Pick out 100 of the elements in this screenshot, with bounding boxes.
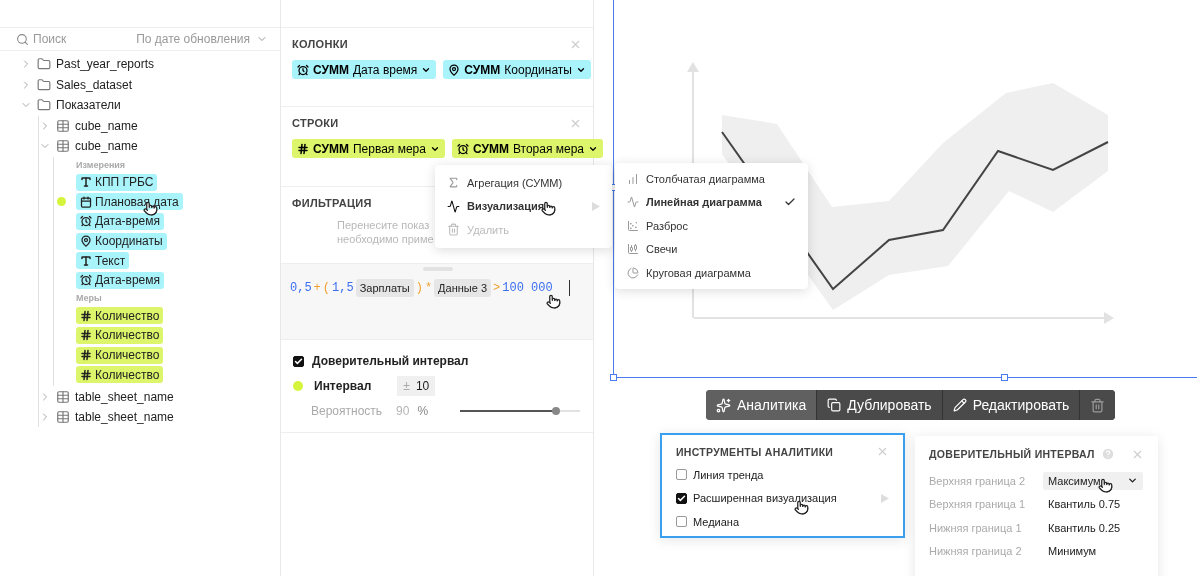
calendar-icon	[80, 195, 92, 208]
tree-item[interactable]: table_sheet_name	[75, 410, 174, 425]
menu-item[interactable]: Столбчатая диаграмма	[615, 167, 808, 191]
field-chip[interactable]: СУММ Дата время	[292, 60, 437, 79]
table-icon	[56, 139, 70, 154]
analytics-option[interactable]: Линия тренда	[676, 463, 889, 487]
candlestick-icon	[627, 243, 639, 256]
map-pin-icon	[80, 235, 92, 248]
tree-item[interactable]: Past_year_reports	[56, 57, 155, 72]
menu-item[interactable]: Свечи	[615, 237, 808, 261]
checkbox[interactable]	[676, 469, 687, 481]
menu-item[interactable]: Круговая диаграмма	[615, 261, 808, 285]
field-chip[interactable]: СУММ Координаты	[443, 60, 591, 79]
tree-item[interactable]: table_sheet_name	[75, 389, 174, 404]
checkbox[interactable]	[293, 355, 304, 367]
hash-icon	[80, 368, 92, 381]
checkbox[interactable]	[676, 516, 687, 528]
field-chip[interactable]: СУММ Первая мера	[292, 139, 445, 158]
select-field[interactable]: Максимум	[1043, 471, 1143, 490]
close-icon[interactable]	[569, 117, 582, 130]
field-chip[interactable]: Координаты	[76, 232, 167, 250]
help-icon[interactable]	[1100, 447, 1115, 461]
row-value: Квантиль 0.75	[1047, 497, 1122, 513]
trash-icon	[447, 223, 460, 237]
alarm-clock-icon	[456, 142, 469, 155]
unit-label: %	[417, 404, 429, 418]
menu-item[interactable]: Линейная диаграмма	[615, 190, 808, 214]
bar-chart-icon	[627, 172, 639, 185]
resize-handle[interactable]	[1001, 374, 1008, 381]
search-icon	[16, 32, 29, 46]
field-chip[interactable]: Количество	[76, 307, 164, 325]
field-chip[interactable]: Дата-время	[76, 213, 165, 230]
tree-item[interactable]: Sales_dataset	[56, 77, 133, 92]
formula-field[interactable]: Зарплаты	[355, 279, 414, 297]
field-chip[interactable]: Количество	[76, 326, 164, 344]
toolbar-button[interactable]: Аналитика	[706, 390, 817, 420]
group-title: Меры	[76, 292, 103, 306]
delete-button[interactable]	[1079, 390, 1116, 420]
probability-label: Вероятность	[311, 404, 383, 418]
field-chip[interactable]: Дата-время	[76, 271, 165, 289]
text-type-icon	[80, 254, 92, 267]
field-chip[interactable]: Текст	[76, 252, 130, 270]
sigma-icon	[447, 176, 460, 190]
row-value: Квантиль 0.25	[1047, 520, 1122, 536]
hand-cursor-icon	[546, 294, 561, 309]
table-icon	[56, 410, 70, 425]
checkbox[interactable]	[676, 492, 687, 504]
hash-icon	[297, 142, 309, 155]
line-chart-icon	[447, 199, 460, 213]
field-chip[interactable]: Количество	[76, 366, 164, 384]
pencil-icon	[952, 398, 967, 412]
row-label: Верхняя граница 2	[929, 474, 1027, 487]
trash-icon	[1090, 397, 1106, 413]
formula-field[interactable]: Данные 3	[434, 279, 492, 297]
section-title: СТРОКИ	[292, 117, 339, 129]
close-icon[interactable]	[876, 445, 889, 458]
section-title: ФИЛЬТРАЦИЯ	[292, 197, 372, 209]
alarm-clock-icon	[297, 63, 309, 76]
row-value: Минимум	[1047, 544, 1098, 560]
formula-number: 1,5	[332, 281, 354, 295]
field-chip[interactable]: Плановая дата	[76, 193, 183, 211]
search-field[interactable]: Поиск	[33, 32, 113, 46]
menu-item[interactable]: Разброс	[615, 214, 808, 238]
map-pin-icon	[448, 63, 461, 76]
row-label: Нижняя граница 2	[929, 545, 1023, 558]
interval-field[interactable]: ± 10	[397, 376, 436, 396]
row-label: Нижняя граница 1	[929, 521, 1023, 534]
field-chip[interactable]: КПП ГРБС	[76, 173, 158, 191]
hash-icon	[80, 309, 92, 322]
submenu-arrow-icon	[592, 201, 600, 211]
close-icon[interactable]	[569, 38, 582, 51]
table-icon	[56, 118, 70, 133]
formula-operator: *	[424, 281, 433, 295]
section-title: КОЛОНКИ	[292, 38, 348, 50]
line-chart-icon	[627, 196, 639, 209]
formula-number: 0,5	[290, 281, 312, 295]
row-label: Верхняя граница 1	[929, 498, 1027, 511]
menu-item[interactable]: Визуализация	[435, 194, 612, 218]
formula-operator: +	[313, 281, 321, 295]
tree-item[interactable]: cube_name	[75, 139, 138, 154]
field-chip[interactable]: Количество	[76, 346, 164, 364]
tree-item[interactable]: Показатели	[56, 98, 121, 113]
alarm-clock-icon	[80, 215, 92, 228]
checkbox-label: Расширенная визуализация	[693, 492, 837, 505]
hash-icon	[80, 329, 92, 342]
menu-item[interactable]: Агрегация (СУММ)	[435, 171, 612, 195]
probability-value: 90	[396, 404, 410, 418]
analytics-option[interactable]: Медиана	[676, 510, 889, 534]
resize-handle[interactable]	[610, 374, 617, 381]
group-title: Измерения	[76, 158, 127, 172]
copy-icon	[827, 398, 842, 412]
analytics-option[interactable]: Расширенная визуализация	[676, 486, 889, 510]
tree-item[interactable]: cube_name	[75, 118, 138, 133]
formula-operator: >	[493, 281, 501, 295]
field-chip[interactable]: СУММ Вторая мера	[451, 139, 604, 158]
hand-cursor-icon	[1098, 478, 1113, 493]
alarm-clock-icon	[80, 274, 92, 287]
slider-thumb[interactable]	[552, 407, 561, 415]
text-caret	[568, 280, 570, 296]
placeholder-text: необходимо приме	[337, 232, 434, 246]
